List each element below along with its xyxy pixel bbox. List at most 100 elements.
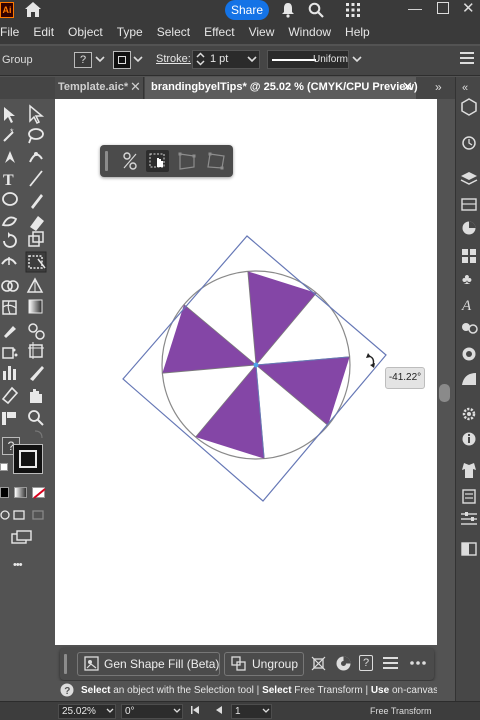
pen-tool-icon[interactable] (5, 151, 15, 163)
menu-file[interactable]: File (0, 25, 26, 39)
graphic-styles-icon[interactable] (462, 323, 478, 334)
first-artboard-icon[interactable] (190, 705, 200, 715)
gradient-mode-icon[interactable] (14, 487, 27, 498)
menu-view[interactable]: View (242, 25, 282, 39)
help-icon[interactable]: ? (359, 655, 373, 671)
perspective-distort-icon[interactable] (178, 152, 196, 170)
default-colors-icon[interactable] (0, 463, 8, 471)
draw-mode-icon[interactable] (0, 509, 48, 521)
lasso-tool-icon[interactable] (28, 128, 44, 144)
panel-menu-icon[interactable] (460, 52, 474, 64)
gear-icon[interactable] (462, 407, 476, 421)
stepper-icon[interactable] (196, 52, 205, 66)
vertical-scrollbar-track[interactable] (437, 99, 455, 645)
scale-tool-icon[interactable] (28, 231, 44, 247)
chevron-down-icon[interactable] (352, 53, 362, 65)
vertical-scrollbar-thumb[interactable] (439, 384, 450, 402)
info-icon[interactable] (462, 432, 476, 446)
perspective-grid-icon[interactable] (26, 277, 44, 293)
properties-menu-icon[interactable] (383, 657, 398, 670)
transparency-icon[interactable] (462, 373, 476, 385)
symbols-icon[interactable]: ♣ (462, 271, 472, 288)
help-icon[interactable]: ? (60, 683, 74, 697)
mesh-tool-icon[interactable] (2, 300, 17, 315)
menu-window[interactable]: Window (281, 25, 338, 39)
eraser-tool-icon[interactable] (30, 216, 44, 231)
curvature-tool-icon[interactable] (29, 152, 43, 163)
widget-drag-handle[interactable] (105, 151, 108, 171)
slice-tool-icon[interactable] (30, 366, 44, 381)
stroke-label[interactable]: Stroke: (156, 53, 191, 65)
panel-collapse-icon[interactable]: « (462, 82, 468, 94)
minimize-icon[interactable]: — (408, 0, 422, 16)
chevron-down-icon[interactable] (247, 53, 257, 65)
asset-export-icon[interactable] (462, 489, 476, 504)
swatches-icon[interactable] (462, 249, 476, 263)
width-tool-icon[interactable] (1, 257, 17, 265)
eraser-alt-icon[interactable] (1, 386, 19, 405)
magic-wand-icon[interactable]: * (3, 127, 14, 142)
type-tool-icon[interactable]: T (3, 172, 14, 189)
character-icon[interactable]: A (461, 298, 472, 314)
blend-tool-icon[interactable] (28, 323, 45, 340)
chevron-down-icon[interactable] (262, 706, 270, 716)
stroke-panel-icon[interactable] (461, 542, 477, 556)
zoom-tool-icon[interactable] (28, 410, 44, 426)
bell-icon[interactable] (281, 2, 295, 18)
fill-swatch[interactable]: ? (74, 52, 92, 68)
maximize-icon[interactable] (437, 2, 449, 14)
apps-grid-icon[interactable] (346, 3, 360, 17)
shape-builder-tool-icon[interactable] (1, 280, 19, 292)
none-mode-icon[interactable] (32, 487, 46, 499)
history-icon[interactable] (462, 136, 476, 150)
more-options-icon[interactable] (410, 661, 426, 665)
share-button[interactable]: Share (225, 0, 269, 20)
artwork-layer[interactable] (55, 99, 437, 645)
close-icon[interactable]: ✕ (402, 79, 413, 95)
menu-select[interactable]: Select (150, 25, 197, 39)
free-distort-icon[interactable] (207, 152, 225, 170)
color-mode-icon[interactable] (0, 487, 9, 498)
task-bar-drag-handle[interactable] (64, 654, 67, 674)
menu-type[interactable]: Type (110, 25, 150, 39)
close-icon[interactable]: ✕ (462, 0, 475, 17)
shaper-tool-icon[interactable] (1, 216, 18, 227)
gradient-tool-icon[interactable] (28, 299, 43, 314)
artboard-tool-icon[interactable] (28, 342, 44, 359)
search-icon[interactable] (308, 2, 324, 18)
tab-overflow-icon[interactable]: » (435, 80, 442, 94)
menu-effect[interactable]: Effect (197, 25, 241, 39)
chevron-down-icon[interactable] (173, 706, 181, 716)
recolor-icon[interactable] (335, 655, 352, 672)
chevron-down-icon[interactable] (106, 706, 114, 716)
ellipse-tool-icon[interactable] (2, 192, 18, 206)
libraries-icon[interactable] (461, 198, 477, 211)
export-icon[interactable] (462, 463, 476, 478)
chevron-down-icon[interactable] (95, 53, 105, 65)
menu-help[interactable]: Help (338, 25, 377, 39)
constrain-icon[interactable] (123, 152, 137, 170)
rotate-tool-icon[interactable] (3, 232, 17, 248)
symbol-sprayer-icon[interactable] (2, 347, 18, 359)
color-guide-icon[interactable] (462, 221, 476, 235)
free-transform-tool-icon[interactable] (25, 251, 47, 273)
screen-mode-icon[interactable] (11, 530, 33, 544)
more-tools-icon[interactable]: ••• (13, 559, 23, 571)
selection-tool-icon[interactable] (4, 107, 15, 123)
hand-tool-icon[interactable] (30, 389, 42, 403)
menu-edit[interactable]: Edit (26, 25, 61, 39)
artboard-nav-icon[interactable] (2, 412, 16, 425)
home-icon[interactable] (24, 1, 42, 18)
line-tool-icon[interactable] (29, 170, 43, 187)
swap-fill-stroke-icon[interactable] (34, 430, 43, 439)
previous-artboard-icon[interactable] (214, 705, 224, 715)
appearance-icon[interactable] (462, 347, 476, 361)
paintbrush-tool-icon[interactable] (31, 194, 43, 209)
align-icon[interactable] (461, 512, 477, 525)
properties-icon[interactable] (461, 98, 477, 116)
eyedropper-tool-icon[interactable] (4, 326, 16, 338)
column-graph-icon[interactable] (3, 366, 16, 380)
layers-icon[interactable] (460, 172, 478, 185)
transform-icon[interactable] (311, 656, 326, 671)
menu-object[interactable]: Object (61, 25, 110, 39)
